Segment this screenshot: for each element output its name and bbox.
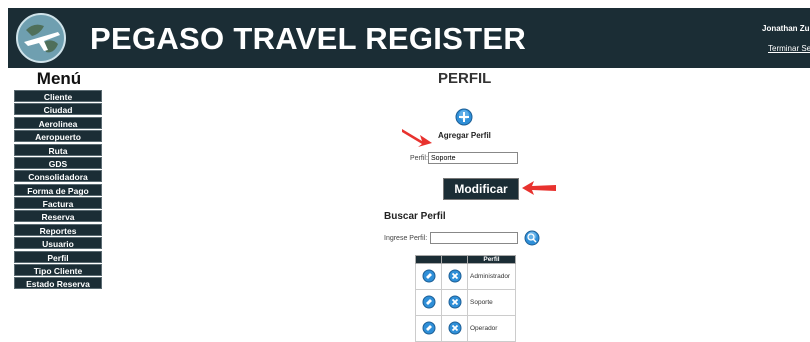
table-row: Administrador [415, 263, 516, 290]
delete-icon[interactable] [441, 289, 468, 316]
menu-item-ruta[interactable]: Ruta [14, 143, 102, 156]
edit-icon[interactable] [415, 289, 442, 316]
menu-item-aerolinea[interactable]: Aerolinea [14, 116, 102, 129]
menu-title: Menú [36, 69, 82, 88]
menu-item-ciudad[interactable]: Ciudad [14, 103, 102, 116]
search-field-label: Ingrese Perfil: [384, 235, 428, 242]
profile-results-table: Perfil Administrador Soporte Operador [415, 255, 516, 342]
menu-item-perfil[interactable]: Perfil [14, 250, 102, 263]
modify-button[interactable]: Modificar [443, 178, 519, 200]
table-cell-perfil: Administrador [467, 263, 516, 290]
menu-item-reportes[interactable]: Reportes [14, 223, 102, 236]
search-profile-title: Buscar Perfil [384, 211, 446, 222]
search-input[interactable] [430, 232, 518, 244]
menu-item-gds[interactable]: GDS [14, 156, 102, 169]
page-title: PERFIL [438, 70, 492, 87]
menu-item-forma-de-pago[interactable]: Forma de Pago [14, 183, 102, 196]
table-header-row: Perfil [415, 255, 516, 264]
perfil-field-label: Perfil: [410, 155, 428, 162]
sidebar-menu: Cliente Ciudad Aerolinea Aeropuerto Ruta… [14, 90, 102, 291]
menu-item-factura[interactable]: Factura [14, 197, 102, 209]
menu-item-estado-reserva[interactable]: Estado Reserva [14, 277, 102, 290]
delete-icon[interactable] [441, 315, 468, 342]
add-profile-icon[interactable] [455, 108, 473, 126]
menu-item-cliente[interactable]: Cliente [14, 90, 102, 102]
user-name: Jonathan Zuri [762, 24, 810, 33]
table-header-cell [441, 255, 468, 264]
menu-item-tipo-cliente[interactable]: Tipo Cliente [14, 263, 102, 276]
globe-plane-logo-icon [16, 13, 66, 63]
site-title: PEGASO TRAVEL REGISTER [90, 21, 527, 56]
app-header: PEGASO TRAVEL REGISTER Jonathan Zuri Ter… [8, 8, 810, 68]
edit-icon[interactable] [415, 263, 442, 290]
menu-item-consolidadora[interactable]: Consolidadora [14, 170, 102, 183]
perfil-input[interactable] [428, 152, 518, 164]
edit-icon[interactable] [415, 315, 442, 342]
table-cell-perfil: Soporte [467, 289, 516, 316]
table-row: Soporte [415, 289, 516, 316]
arrow-pointer-icon [522, 181, 556, 195]
add-profile-label[interactable]: Agregar Perfil [438, 131, 491, 140]
table-header-cell [415, 255, 442, 264]
menu-item-aeropuerto[interactable]: Aeropuerto [14, 130, 102, 143]
arrow-pointer-icon [402, 129, 432, 147]
search-icon[interactable] [524, 230, 540, 246]
logout-link[interactable]: Terminar Sesi [768, 44, 810, 53]
table-header-perfil: Perfil [467, 255, 516, 264]
table-cell-perfil: Operador [467, 315, 516, 342]
delete-icon[interactable] [441, 263, 468, 290]
table-row: Operador [415, 315, 516, 342]
menu-item-usuario[interactable]: Usuario [14, 237, 102, 250]
menu-item-reserva[interactable]: Reserva [14, 210, 102, 223]
